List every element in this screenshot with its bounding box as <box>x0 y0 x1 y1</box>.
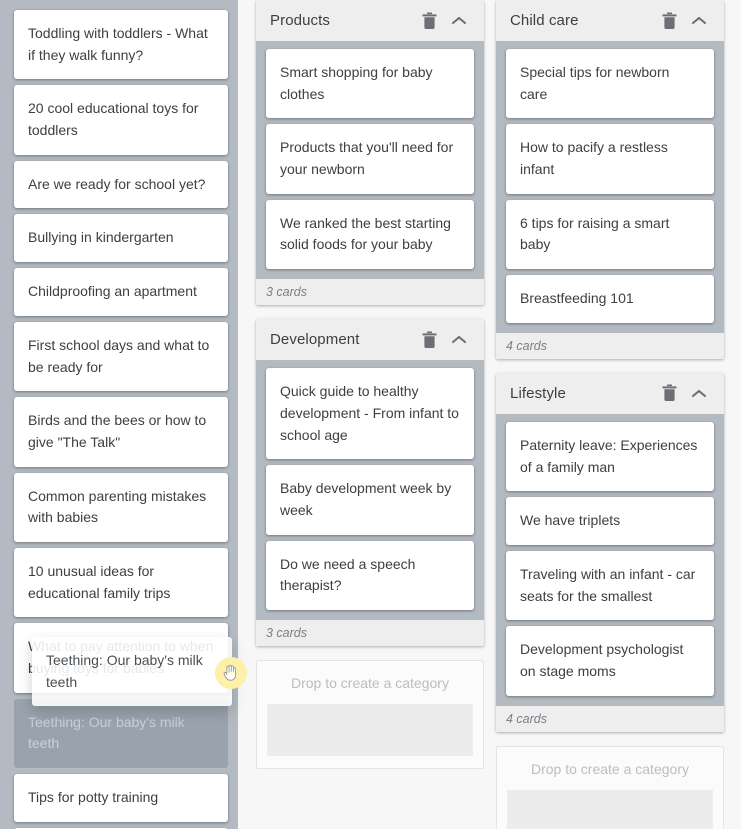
inbox-card[interactable]: Toddling with toddlers - What if they wa… <box>14 10 228 80</box>
chevron-up-icon[interactable] <box>686 380 712 406</box>
category-card-count: 3 cards <box>256 619 484 646</box>
inbox-card[interactable]: First school days and what to be ready f… <box>14 321 228 392</box>
inbox-card-list: Toddling with toddlers - What if they wa… <box>14 10 228 829</box>
trash-icon[interactable] <box>416 8 442 34</box>
chevron-up-icon[interactable] <box>446 327 472 353</box>
category-card-item[interactable]: Do we need a speech therapist? <box>266 540 474 610</box>
category-card: Lifestyle Paternity leave: Experiences of… <box>496 372 724 732</box>
kanban-board: Toddling with toddlers - What if they wa… <box>0 0 741 829</box>
category-title: Lifestyle <box>510 384 566 402</box>
inbox-card[interactable]: Birds and the bees or how to give "The T… <box>14 397 228 467</box>
inbox-card[interactable]: 20 cool educational toys for toddlers <box>14 85 228 155</box>
category-card-list[interactable]: Quick guide to healthy development - Fro… <box>256 360 484 620</box>
drag-preview-card[interactable]: Teething: Our baby's milk teeth <box>32 637 232 707</box>
category-column-right: Child care Special tips for newborn care H… <box>496 0 724 829</box>
category-card-count: 4 cards <box>496 332 724 359</box>
category-card-item[interactable]: 6 tips for raising a smart baby <box>506 199 714 270</box>
category-header: Development <box>256 319 484 361</box>
inbox-card[interactable]: Are we ready for school yet? <box>14 160 228 209</box>
category-card-count: 3 cards <box>256 279 484 306</box>
category-card-item[interactable]: Traveling with an infant - car seats for… <box>506 550 714 621</box>
inbox-card[interactable]: 10 unusual ideas for educational family … <box>14 547 228 618</box>
dropzone-middle[interactable]: Drop to create a category <box>256 659 484 769</box>
category-title: Child care <box>510 12 579 29</box>
category-card-item[interactable]: We ranked the best starting solid foods … <box>266 199 474 270</box>
category-card-list[interactable]: Smart shopping for baby clothes Products … <box>256 41 484 280</box>
category-header: Products <box>256 0 484 41</box>
category-card: Products Smart shopping for baby clothes P… <box>256 0 484 306</box>
category-title: Products <box>270 12 330 29</box>
inbox-card-placeholder[interactable]: Teething: Our baby's milk teeth <box>14 698 228 769</box>
category-title: Development <box>270 331 360 349</box>
dropzone-label: Drop to create a category <box>291 674 449 691</box>
inbox-card[interactable]: Childproofing an apartment <box>14 268 228 316</box>
dropzone-slot <box>507 789 713 829</box>
dropzone-right[interactable]: Drop to create a category <box>496 745 724 829</box>
category-card: Child care Special tips for newborn care H… <box>496 0 724 359</box>
trash-icon[interactable] <box>656 8 682 34</box>
chevron-up-icon[interactable] <box>446 8 472 34</box>
category-card-item[interactable]: Breastfeeding 101 <box>506 275 714 323</box>
trash-icon[interactable] <box>416 327 442 353</box>
inbox-card[interactable]: Tips for potty training <box>14 774 228 822</box>
category-card-item[interactable]: How to pacify a restless infant <box>506 124 714 194</box>
category-card-item[interactable]: Special tips for newborn care <box>506 49 714 119</box>
category-header: Child care <box>496 0 724 41</box>
category-card-item[interactable]: Baby development week by week <box>266 465 474 535</box>
category-card-count: 4 cards <box>496 705 724 732</box>
category-card-item[interactable]: Products that you'll need for your newbo… <box>266 124 474 194</box>
category-card-list[interactable]: Paternity leave: Experiences of a family… <box>496 413 724 706</box>
category-card-item[interactable]: We have triplets <box>506 497 714 545</box>
category-card-item[interactable]: Paternity leave: Experiences of a family… <box>506 421 714 492</box>
category-card-item[interactable]: Smart shopping for baby clothes <box>266 49 474 119</box>
trash-icon[interactable] <box>656 380 682 406</box>
inbox-card[interactable]: Common parenting mistakes with babies <box>14 472 228 542</box>
right-categories: Child care Special tips for newborn care H… <box>496 0 724 732</box>
inbox-card[interactable]: Bullying in kindergarten <box>14 214 228 263</box>
grab-hand-icon <box>220 662 242 684</box>
category-header: Lifestyle <box>496 372 724 414</box>
category-column-middle: Products Smart shopping for baby clothes P… <box>256 0 484 769</box>
chevron-up-icon[interactable] <box>686 8 712 34</box>
category-card: Development Quick guide to healthy develo… <box>256 319 484 646</box>
dropzone-label: Drop to create a category <box>531 760 689 777</box>
category-card-list[interactable]: Special tips for newborn care How to paci… <box>496 41 724 333</box>
cursor-highlight <box>215 657 247 689</box>
category-card-item[interactable]: Development psychologist on stage moms <box>506 626 714 696</box>
category-card-item[interactable]: Quick guide to healthy development - Fro… <box>266 368 474 460</box>
drag-preview-title: Teething: Our baby's milk teeth <box>46 652 203 690</box>
dropzone-slot <box>267 703 473 756</box>
middle-categories: Products Smart shopping for baby clothes P… <box>256 0 484 646</box>
